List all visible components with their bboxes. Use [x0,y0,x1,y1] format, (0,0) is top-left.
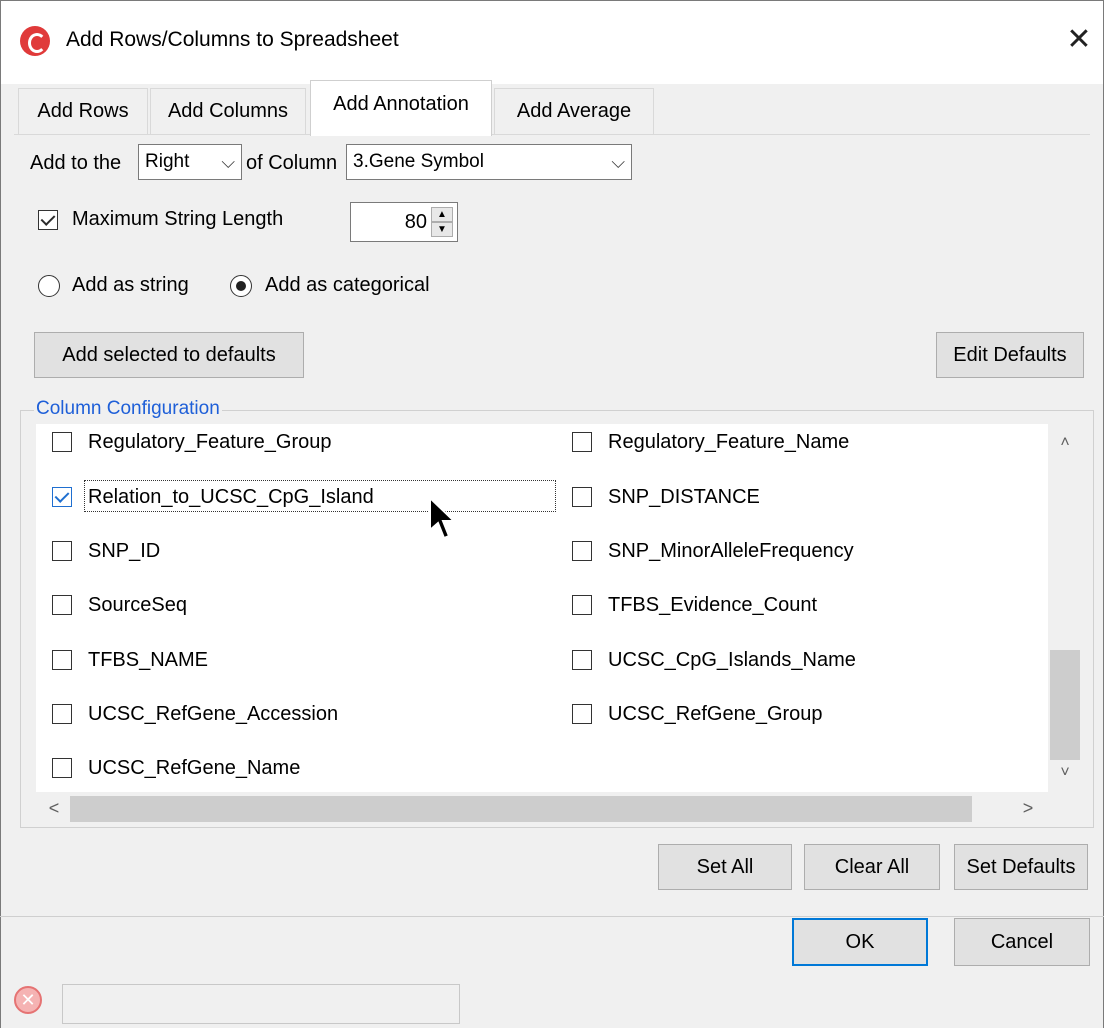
error-icon [14,986,42,1014]
chevron-down-icon: ⌵ [221,152,235,172]
max-length-spinner[interactable]: 80 ▲ ▼ [350,202,458,242]
side-value: Right [145,151,190,172]
scroll-left-icon[interactable]: < [42,798,66,818]
mouse-cursor-icon [429,496,457,540]
max-length-value: 80 [404,211,427,233]
status-field [62,984,460,1024]
window-title: Add Rows/Columns to Spreadsheet [66,28,399,51]
list-item-checkbox[interactable] [572,541,592,561]
close-icon[interactable]: ✕ [1063,24,1095,56]
add-as-categorical-label: Add as categorical [265,274,430,296]
of-column-label: of Column [246,152,338,174]
edit-defaults-button[interactable]: Edit Defaults [936,332,1084,378]
list-item-checkbox[interactable] [52,758,72,778]
list-item-label: SourceSeq [88,594,187,616]
list-item-checkbox[interactable] [52,595,72,615]
add-as-string-label: Add as string [72,274,189,296]
spin-up-icon[interactable]: ▲ [431,207,453,222]
add-as-categorical-radio[interactable] [230,275,252,297]
list-item-label: UCSC_CpG_Islands_Name [608,649,856,671]
spin-down-icon[interactable]: ▼ [431,222,453,237]
list-item-label: TFBS_NAME [88,649,209,671]
clear-all-button[interactable]: Clear All [804,844,940,890]
list-item-checkbox[interactable] [572,650,592,670]
list-item-checkbox[interactable] [52,650,72,670]
footer-divider [0,916,1104,917]
list-item-checkbox[interactable] [572,432,592,452]
side-select[interactable]: Right ⌵ [138,144,242,180]
add-as-string-radio[interactable] [38,275,60,297]
scroll-up-icon[interactable]: ˄ [1048,434,1082,458]
column-value: 3.Gene Symbol [353,151,484,172]
list-item-label: Regulatory_Feature_Name [608,431,850,453]
list-item-checkbox[interactable] [52,432,72,452]
tab-add-rows[interactable]: Add Rows [18,88,148,134]
add-selected-to-defaults-button[interactable]: Add selected to defaults [34,332,304,378]
ok-button[interactable]: OK [792,918,928,966]
list-item-label: UCSC_RefGene_Group [608,703,823,725]
list-item-label: SNP_ID [88,540,161,562]
list-item-checkbox[interactable] [572,487,592,507]
scroll-right-icon[interactable]: > [1016,798,1040,818]
column-select[interactable]: 3.Gene Symbol ⌵ [346,144,632,180]
list-item-checkbox[interactable] [572,595,592,615]
list-item-checkbox[interactable] [52,704,72,724]
list-item-label: Relation_to_UCSC_CpG_Island [88,486,374,508]
vertical-scroll-thumb[interactable] [1050,650,1080,760]
tab-add-columns[interactable]: Add Columns [150,88,306,134]
list-item-checkbox[interactable] [572,704,592,724]
scroll-down-icon[interactable]: ˅ [1048,764,1082,788]
group-title: Column Configuration [34,398,222,420]
list-item-label: UCSC_RefGene_Accession [88,703,339,725]
horizontal-scroll-thumb[interactable] [70,796,972,822]
set-defaults-button[interactable]: Set Defaults [954,844,1088,890]
list-item-label: TFBS_Evidence_Count [608,594,818,616]
chevron-down-icon: ⌵ [611,152,625,172]
list-item-checkbox[interactable] [52,487,72,507]
list-item-checkbox[interactable] [52,541,72,561]
set-all-button[interactable]: Set All [658,844,792,890]
list-item-label: Regulatory_Feature_Group [88,431,332,453]
max-length-checkbox[interactable] [38,210,58,230]
list-item-label: UCSC_RefGene_Name [88,757,301,779]
add-to-label: Add to the [30,152,122,174]
max-length-label: Maximum String Length [72,208,284,230]
app-logo-icon [20,26,50,56]
tab-add-annotation[interactable]: Add Annotation [310,80,492,136]
cancel-button[interactable]: Cancel [954,918,1090,966]
list-item-label: SNP_DISTANCE [608,486,760,508]
list-item-label: SNP_MinorAlleleFrequency [608,540,854,562]
tab-add-average[interactable]: Add Average [494,88,654,134]
